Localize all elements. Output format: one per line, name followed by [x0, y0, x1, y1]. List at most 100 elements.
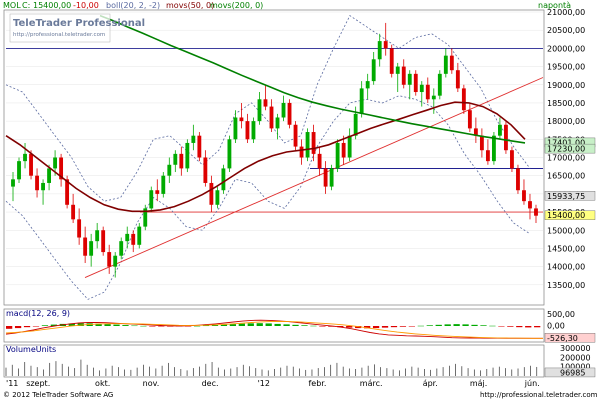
- candle-body: [95, 230, 100, 242]
- candle-body: [377, 41, 382, 60]
- price-tick-label: 19500,00: [547, 63, 585, 72]
- volume-panel: VolumeUnits 30000020000010000096985: [3, 344, 596, 377]
- macd-histogram-bar: [104, 324, 111, 326]
- macd-histogram-bar: [238, 323, 245, 326]
- macd-tick-label: 500,00: [547, 310, 575, 319]
- x-axis: '11 szept. okt. nov. dec. '12 febr. márc. ápr. má…: [6, 379, 540, 388]
- candle-body: [119, 241, 124, 256]
- price-label-text: 17230,00: [547, 145, 585, 154]
- macd-histogram-bar: [489, 325, 496, 327]
- macd-histogram-bar: [408, 326, 416, 327]
- candle-body: [155, 190, 160, 194]
- candle-body: [179, 153, 184, 169]
- candle-body: [359, 88, 364, 114]
- candle-body: [341, 142, 346, 158]
- volume-title: VolumeUnits: [6, 345, 56, 354]
- macd-histogram-bar: [471, 324, 478, 326]
- candle-body: [437, 73, 442, 96]
- candle-body: [251, 121, 256, 140]
- x-tick-label: szept.: [26, 379, 50, 388]
- macd-histogram-bar: [131, 325, 138, 327]
- candle-body: [53, 157, 58, 169]
- macd-histogram-bar: [14, 326, 22, 329]
- macd-histogram-bar: [122, 325, 129, 326]
- candle-body: [510, 150, 514, 169]
- x-tick-label: jún.: [524, 379, 540, 388]
- candle-body: [191, 135, 196, 143]
- macd-histogram-bar: [435, 324, 442, 326]
- volume-value-label: 96985: [560, 368, 585, 377]
- candle-body: [401, 66, 406, 85]
- candle-body: [233, 117, 238, 140]
- price-panel: 21000,00 20500,00 20000,00 19500,00 19000,00…: [3, 8, 596, 306]
- candle-body: [305, 132, 310, 158]
- candle-body: [257, 99, 262, 122]
- candle-body: [41, 182, 45, 191]
- candle-body: [83, 237, 88, 256]
- header-instrument: MOL: [3, 1, 21, 10]
- logo-title: TeleTrader Professional: [13, 18, 145, 29]
- candle-body: [287, 102, 292, 125]
- volume-tick-label: 300000: [560, 344, 591, 353]
- macd-histogram-bar: [113, 324, 120, 326]
- macd-y-axis: 500,00 0,00 -526,30: [544, 310, 596, 343]
- candle-body: [431, 95, 436, 100]
- footer-copyright: © 2012 TeleTrader Software AG: [3, 391, 113, 399]
- macd-histogram-bar: [193, 325, 201, 327]
- header-change: -10,00: [73, 1, 99, 10]
- candle-body: [173, 153, 178, 165]
- candle-body: [107, 252, 112, 267]
- candle-body: [504, 124, 508, 151]
- candle-body: [461, 88, 466, 111]
- macd-histogram-bar: [507, 326, 514, 327]
- macd-histogram-bar: [525, 326, 532, 328]
- candle-body: [275, 117, 280, 129]
- candle-body: [347, 135, 352, 158]
- macd-histogram-bar: [140, 325, 147, 327]
- macd-tick-label: -526,30: [547, 334, 578, 343]
- candle-body: [371, 59, 376, 82]
- x-tick-label: '12: [258, 379, 270, 388]
- price-tick-label: 21000,00: [547, 8, 585, 17]
- macd-histogram-bar: [426, 325, 433, 326]
- macd-histogram-bar: [292, 324, 299, 326]
- price-tick-label: 20500,00: [547, 26, 585, 35]
- candle-body: [467, 110, 472, 129]
- candle-body: [498, 124, 502, 136]
- header-boll: boll(20, 2, -2): [106, 1, 160, 10]
- x-tick-label: ápr.: [423, 379, 438, 388]
- candle-body: [395, 66, 400, 74]
- candle-body: [209, 182, 214, 205]
- macd-histogram-bar: [23, 326, 31, 328]
- candle-body: [485, 150, 490, 162]
- candle-body: [293, 124, 298, 147]
- volume-tick-label: 200000: [560, 353, 591, 362]
- candle-body: [479, 135, 484, 151]
- macd-histogram-bar: [346, 326, 353, 328]
- chart-root: MOL C: 15400,00 -10,00 boll(20, 2, -2) m…: [0, 0, 600, 399]
- macd-histogram-bar: [319, 326, 326, 327]
- macd-panel: macd(12, 26, 9) 500,00 0,00 -526,30: [3, 308, 596, 343]
- header-mov200: movs(200, 0): [210, 1, 263, 10]
- macd-histogram-bar: [399, 326, 407, 327]
- x-tick-label: febr.: [308, 379, 326, 388]
- candle-body: [522, 190, 526, 202]
- x-tick-label: nov.: [143, 379, 160, 388]
- candle-body: [77, 219, 82, 238]
- price-tick-label: 18500,00: [547, 99, 585, 108]
- candle-body: [203, 157, 208, 183]
- candle-body: [419, 84, 424, 93]
- macd-histogram-bar: [256, 323, 263, 326]
- candle-body: [113, 255, 118, 267]
- x-tick-label: dec.: [202, 379, 219, 388]
- macd-histogram-bar: [417, 325, 424, 327]
- candle-body: [425, 84, 430, 100]
- candle-body: [35, 175, 39, 191]
- price-tick-label: 15000,00: [547, 226, 585, 235]
- macd-histogram-bar: [283, 324, 290, 326]
- candle-body: [47, 168, 51, 183]
- macd-histogram-bar: [6, 326, 13, 329]
- macd-histogram-bar: [265, 323, 272, 326]
- price-tick-label: 18000,00: [547, 117, 585, 126]
- price-tick-label: 20000,00: [547, 44, 585, 53]
